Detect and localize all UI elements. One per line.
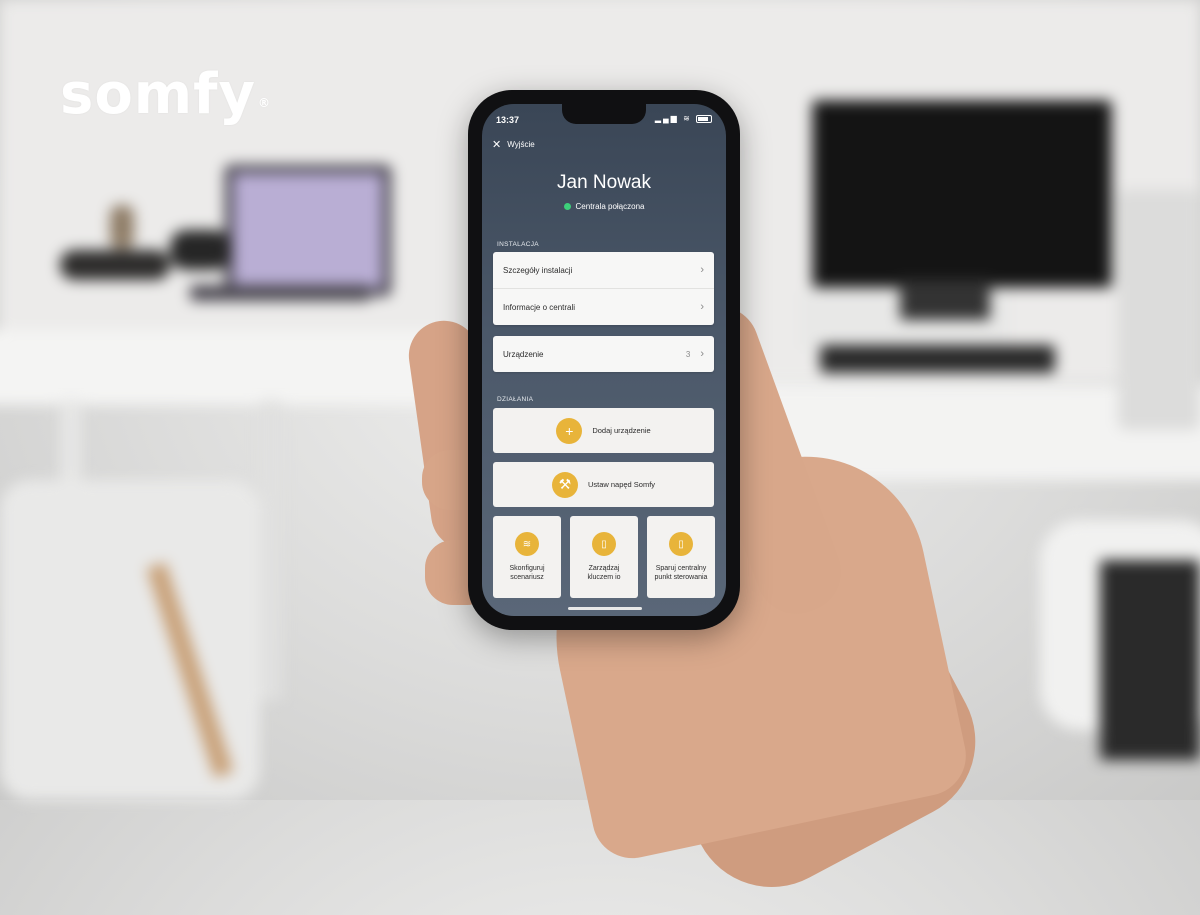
laptop: [225, 165, 391, 296]
connection-status: Centrala połączona: [482, 202, 726, 211]
tile-label-1: Skonfiguruj: [509, 565, 545, 572]
set-somfy-drive-button[interactable]: ⚒ Ustaw napęd Somfy: [493, 462, 714, 507]
item-label: Informacje o centrali: [503, 302, 576, 312]
right-object: [1118, 190, 1200, 430]
exit-button[interactable]: ✕ Wyjście: [492, 138, 535, 151]
battery-icon: [696, 114, 712, 123]
chevron-right-icon: ›: [700, 301, 704, 313]
wifi-icon: ≋: [515, 532, 539, 556]
signal-icon: ▂▄▆: [654, 114, 679, 123]
desk-left: [0, 330, 450, 405]
logo-text: somfy: [60, 62, 257, 127]
configure-scenario-tile[interactable]: ≋ Skonfiguruj scenariusz: [493, 516, 561, 598]
phone-screen: 13:37 ▂▄▆ ≋ ✕ Wyjście Jan Nowak Centrala…: [482, 104, 726, 616]
chevron-right-icon: ›: [700, 348, 704, 360]
camera-lens: [170, 230, 230, 270]
wrench-icon: ⚒: [551, 471, 578, 498]
set-drive-label: Ustaw napęd Somfy: [587, 480, 656, 489]
item-label: Szczegóły instalacji: [503, 265, 573, 275]
chevron-right-icon: ›: [700, 264, 704, 276]
remote-icon: ▯: [669, 532, 693, 556]
desk-leg: [260, 400, 282, 700]
phone-notch: [562, 104, 646, 124]
hub-info-item[interactable]: Informacje o centrali ›: [493, 288, 714, 325]
dark-object: [1100, 560, 1200, 760]
tile-label-1: Sparuj centralny: [655, 565, 707, 572]
tile-label-2: scenariusz: [510, 574, 544, 581]
wifi-icon: ≋: [683, 114, 692, 123]
key-icon: ▯: [592, 532, 616, 556]
section-actions: DZIAŁANIA: [497, 396, 534, 403]
registered-mark: ®: [258, 96, 272, 110]
monitor-stand: [900, 280, 990, 320]
status-icons: ▂▄▆ ≋: [655, 114, 712, 123]
tile-label-2: punkt sterowania: [654, 574, 708, 581]
connection-label: Centrala połączona: [575, 202, 645, 211]
pair-control-point-tile[interactable]: ▯ Sparuj centralny punkt sterowania: [647, 516, 715, 598]
status-time: 13:37: [496, 115, 520, 125]
tile-label-2: kluczem io: [587, 574, 621, 581]
devices-item[interactable]: Urządzenie 3 ›: [493, 336, 714, 372]
item-label: Urządzenie: [503, 349, 544, 359]
status-dot-icon: [563, 203, 571, 210]
manage-io-key-tile[interactable]: ▯ Zarządzaj kluczem io: [570, 516, 638, 598]
add-device-label: Dodaj urządzenie: [592, 426, 651, 435]
laptop-base: [190, 285, 370, 301]
installation-card: Szczegóły instalacji › Informacje o cent…: [493, 252, 714, 325]
keyboard: [820, 345, 1055, 373]
user-name: Jan Nowak: [557, 172, 651, 193]
exit-label: Wyjście: [507, 140, 535, 149]
monitor: [812, 100, 1112, 288]
add-device-button[interactable]: + Dodaj urządzenie: [493, 408, 714, 453]
vase: [110, 205, 134, 249]
somfy-logo: somfy ®: [60, 62, 271, 127]
home-indicator[interactable]: [568, 607, 642, 610]
camera: [60, 250, 170, 280]
device-count: 3: [685, 349, 691, 359]
section-installation: INSTALACJA: [497, 241, 539, 248]
tile-label-1: Zarządzaj: [588, 565, 620, 572]
plus-icon: +: [556, 417, 583, 444]
close-icon: ✕: [492, 139, 502, 151]
devices-card: Urządzenie 3 ›: [493, 336, 714, 372]
installation-details-item[interactable]: Szczegóły instalacji ›: [493, 252, 714, 288]
